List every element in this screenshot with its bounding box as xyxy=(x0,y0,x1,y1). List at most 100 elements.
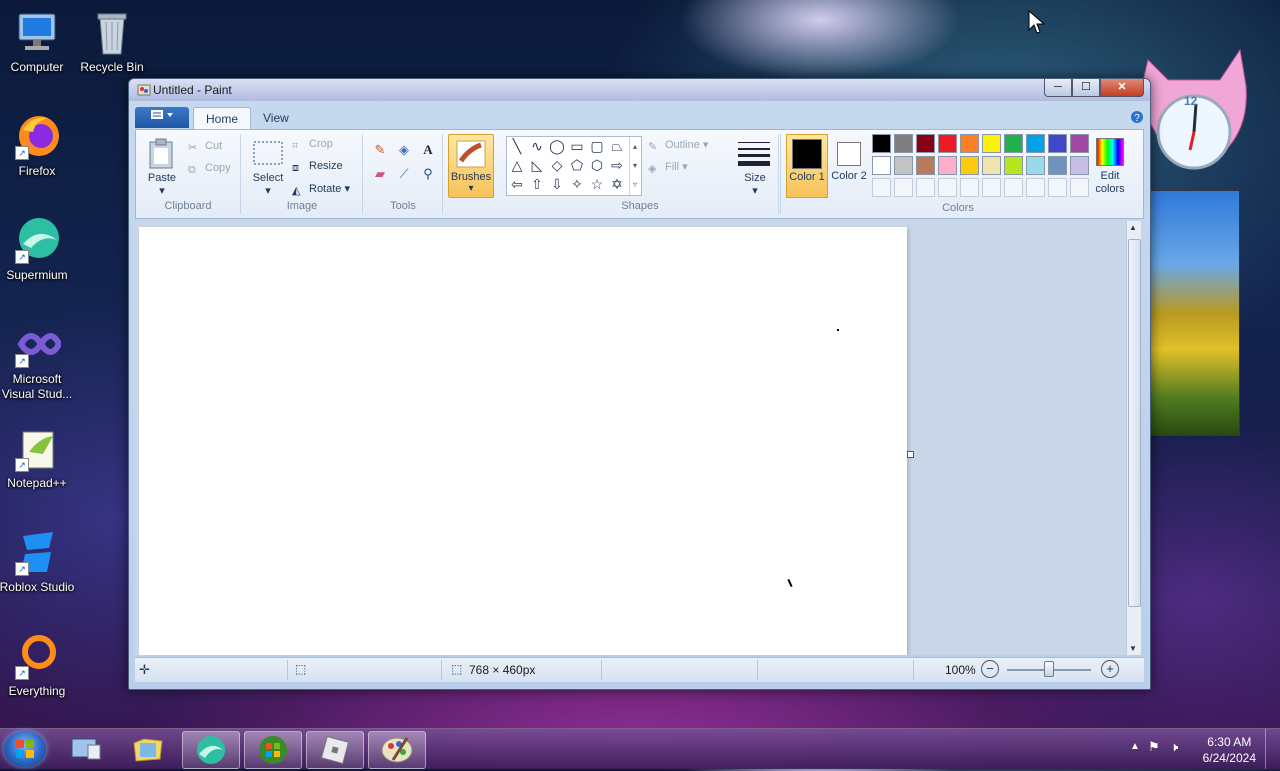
palette-swatch[interactable] xyxy=(1026,156,1045,175)
palette-swatch[interactable] xyxy=(1070,134,1089,153)
palette-custom-swatch[interactable] xyxy=(916,178,935,197)
maximize-button[interactable]: ☐ xyxy=(1072,79,1100,97)
minimize-button[interactable]: ─ xyxy=(1044,79,1072,97)
action-center-flag-icon[interactable]: ⚑ xyxy=(1148,739,1160,755)
palette-custom-swatch[interactable] xyxy=(1070,178,1089,197)
palette-swatch[interactable] xyxy=(1048,134,1067,153)
gallery-scroll-icon[interactable]: ▴ ▾ ▿ xyxy=(629,137,640,195)
color2-button[interactable]: Color 2 xyxy=(829,134,869,196)
drawing-canvas[interactable] xyxy=(139,227,907,655)
palette-swatch[interactable] xyxy=(938,134,957,153)
taskbar-paint[interactable] xyxy=(368,731,426,769)
taskbar-supermium[interactable] xyxy=(182,731,240,769)
palette-swatch[interactable] xyxy=(982,156,1001,175)
pencil-icon[interactable]: ✎ xyxy=(370,140,390,160)
photo-gadget-tulips[interactable] xyxy=(1146,190,1240,436)
taskbar-roblox[interactable] xyxy=(306,731,364,769)
canvas-resize-handle[interactable] xyxy=(907,451,914,458)
select-button[interactable]: Select xyxy=(248,172,288,184)
start-button[interactable] xyxy=(4,731,46,767)
palette-swatch[interactable] xyxy=(982,134,1001,153)
title-bar[interactable]: Untitled - Paint ─ ☐ ✕ xyxy=(129,79,1150,101)
palette-swatch[interactable] xyxy=(872,156,891,175)
close-button[interactable]: ✕ xyxy=(1100,79,1144,97)
palette-swatch[interactable] xyxy=(916,134,935,153)
paste-button[interactable]: Paste xyxy=(144,172,180,184)
paint-menu-button[interactable] xyxy=(135,107,189,128)
palette-swatch[interactable] xyxy=(1070,156,1089,175)
right-triangle-shape-icon[interactable]: ◺ xyxy=(529,157,545,173)
clock[interactable]: 6:30 AM 6/24/2024 xyxy=(1203,734,1256,766)
palette-swatch[interactable] xyxy=(1004,156,1023,175)
desktop-icon-recycle-bin[interactable]: Recycle Bin xyxy=(70,8,154,75)
vertical-scrollbar[interactable]: ▲ ▼ xyxy=(1126,221,1141,655)
resize-button[interactable]: ⧈ Resize xyxy=(292,160,343,174)
desktop-icon-visual-studio[interactable]: ↗ Microsoft Visual Stud... xyxy=(0,320,79,402)
tab-view[interactable]: View xyxy=(251,107,301,129)
diamond-shape-icon[interactable]: ◇ xyxy=(549,157,565,173)
tray-overflow-icon[interactable]: ▲ xyxy=(1130,741,1140,752)
crop-button[interactable]: ⌗ Crop xyxy=(292,138,333,152)
brushes-button[interactable]: Brushes ▾ xyxy=(448,134,494,198)
palette-swatch[interactable] xyxy=(938,156,957,175)
desktop-icon-roblox-studio[interactable]: ↗ Roblox Studio xyxy=(0,528,79,595)
desktop-icon-everything[interactable]: ↗ Everything xyxy=(0,632,79,699)
edit-colors-button[interactable]: Edit colors xyxy=(1090,134,1130,196)
six-point-star-shape-icon[interactable]: ✡ xyxy=(609,176,625,192)
fill-button[interactable]: ◈ Fill ▾ xyxy=(648,160,688,175)
taskbar-windows-xp-app[interactable] xyxy=(244,731,302,769)
desktop-icon-notepadpp[interactable]: ↗ Notepad++ xyxy=(0,424,79,491)
palette-custom-swatch[interactable] xyxy=(960,178,979,197)
clock-gadget[interactable]: 12 xyxy=(1138,46,1250,174)
taskbar-explorer-computer[interactable] xyxy=(58,731,114,767)
palette-swatch[interactable] xyxy=(1026,134,1045,153)
palette-custom-swatch[interactable] xyxy=(1048,178,1067,197)
volume-muted-icon[interactable]: 🕨 xyxy=(1170,739,1178,755)
oval-shape-icon[interactable]: ◯ xyxy=(549,138,565,154)
color-picker-icon[interactable]: ⟋ xyxy=(394,164,414,184)
left-arrow-shape-icon[interactable]: ⇦ xyxy=(509,176,525,192)
select-icon[interactable] xyxy=(252,140,284,166)
palette-custom-swatch[interactable] xyxy=(894,178,913,197)
cut-button[interactable]: ✂ Cut xyxy=(188,140,222,154)
palette-swatch[interactable] xyxy=(894,134,913,153)
outline-button[interactable]: ✎ Outline ▾ xyxy=(648,138,708,153)
desktop-icon-firefox[interactable]: ↗ Firefox xyxy=(0,112,79,179)
fill-bucket-icon[interactable]: ◈ xyxy=(394,140,414,160)
down-arrow-shape-icon[interactable]: ⇩ xyxy=(549,176,565,192)
desktop-icon-computer[interactable]: Computer xyxy=(0,8,79,75)
up-arrow-shape-icon[interactable]: ⇧ xyxy=(529,176,545,192)
triangle-shape-icon[interactable]: △ xyxy=(509,157,525,173)
rounded-rectangle-shape-icon[interactable]: ▢ xyxy=(589,138,605,154)
paste-icon[interactable] xyxy=(148,138,176,170)
magnifier-icon[interactable]: ⚲ xyxy=(418,164,438,184)
palette-swatch[interactable] xyxy=(916,156,935,175)
palette-custom-swatch[interactable] xyxy=(982,178,1001,197)
palette-swatch[interactable] xyxy=(894,156,913,175)
eraser-icon[interactable]: ▰ xyxy=(370,164,390,184)
size-button[interactable]: Size xyxy=(730,172,780,184)
shapes-gallery[interactable]: ╲ ∿ ◯ ▭ ▢ ⏢ △ ◺ ◇ ⬠ ⬡ ⇨ ⇦ ⇧ ⇩ ✧ ☆ ✡ ▴ ▾ ▿ xyxy=(506,136,642,196)
polygon-shape-icon[interactable]: ⏢ xyxy=(609,138,625,154)
scrollbar-thumb[interactable] xyxy=(1128,239,1141,607)
taskbar-file-explorer[interactable] xyxy=(120,731,176,767)
four-point-star-shape-icon[interactable]: ✧ xyxy=(569,176,585,192)
right-arrow-shape-icon[interactable]: ⇨ xyxy=(609,157,625,173)
zoom-slider-thumb[interactable] xyxy=(1044,661,1054,677)
rotate-button[interactable]: ◭ Rotate ▾ xyxy=(292,182,350,197)
hexagon-shape-icon[interactable]: ⬡ xyxy=(589,157,605,173)
palette-custom-swatch[interactable] xyxy=(872,178,891,197)
palette-swatch[interactable] xyxy=(960,134,979,153)
palette-swatch[interactable] xyxy=(1048,156,1067,175)
palette-custom-swatch[interactable] xyxy=(1004,178,1023,197)
palette-swatch[interactable] xyxy=(960,156,979,175)
tab-home[interactable]: Home xyxy=(193,107,252,130)
palette-swatch[interactable] xyxy=(1004,134,1023,153)
text-tool-icon[interactable]: A xyxy=(418,140,438,160)
zoom-in-icon[interactable]: + xyxy=(1101,660,1119,678)
line-shape-icon[interactable]: ╲ xyxy=(509,138,525,154)
palette-swatch[interactable] xyxy=(872,134,891,153)
scroll-down-icon[interactable]: ▼ xyxy=(1129,644,1137,653)
pentagon-shape-icon[interactable]: ⬠ xyxy=(569,157,585,173)
size-lines-icon[interactable] xyxy=(736,140,772,168)
